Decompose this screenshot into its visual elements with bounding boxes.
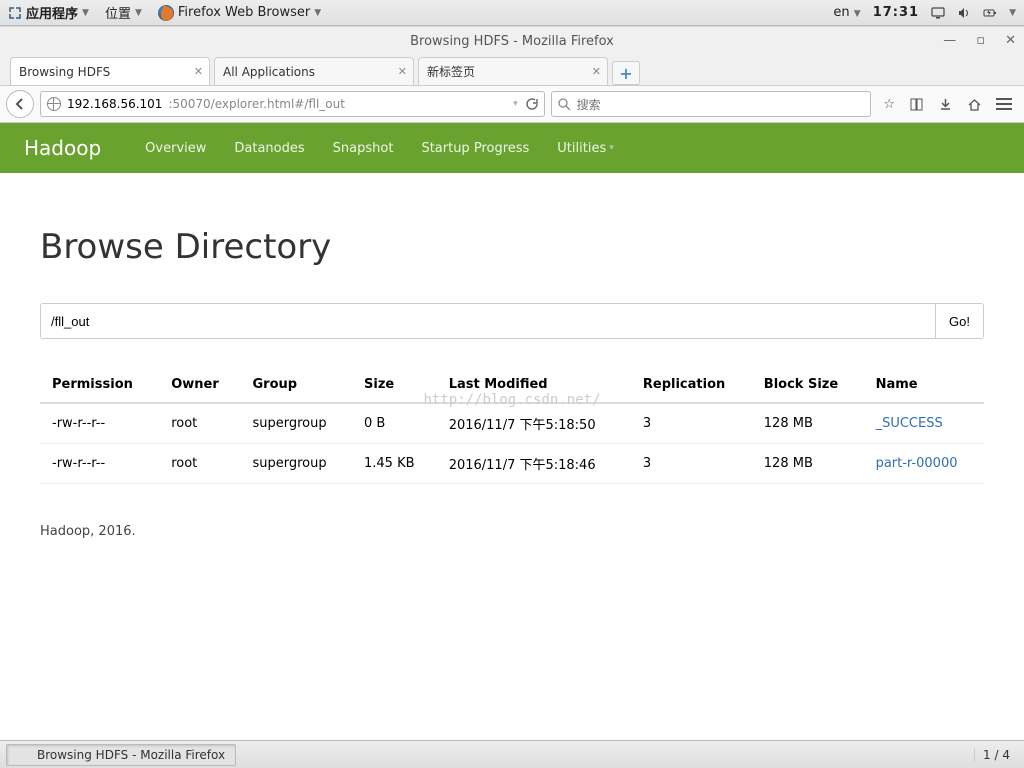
cell-size: 1.45 KB [352, 444, 437, 484]
nav-overview[interactable]: Overview [145, 141, 206, 156]
chevron-down-icon: ▼ [82, 8, 89, 18]
cell-group: supergroup [240, 403, 352, 444]
home-icon[interactable] [967, 97, 982, 112]
gnome-top-bar: 应用程序 ▼ 位置 ▼ Firefox Web Browser ▼ en ▼ 1… [0, 0, 1024, 26]
applications-menu[interactable]: 应用程序 ▼ [8, 3, 89, 22]
firefox-window: Browsing HDFS - Mozilla Firefox — ▫ ✕ Br… [0, 26, 1024, 709]
task-item-firefox[interactable]: Browsing HDFS - Mozilla Firefox [6, 744, 236, 766]
cell-owner: root [159, 403, 240, 444]
cell-group: supergroup [240, 444, 352, 484]
workspace-indicator[interactable]: 1 / 4 [974, 748, 1018, 762]
col-block-size: Block Size [752, 367, 864, 403]
close-icon[interactable]: ✕ [194, 65, 203, 78]
places-label: 位置 [105, 3, 131, 22]
path-input-group: Go! [40, 303, 984, 339]
close-icon[interactable]: ✕ [1005, 33, 1016, 48]
footer-text: Hadoop, 2016. [40, 524, 984, 539]
gnome-taskbar: Browsing HDFS - Mozilla Firefox 1 / 4 [0, 740, 1024, 768]
cell-replication: 3 [631, 403, 752, 444]
search-placeholder: 搜索 [577, 96, 601, 113]
col-last-modified: Last Modified [437, 367, 631, 403]
table-row: -rw-r--r-- root supergroup 0 B 2016/11/7… [40, 403, 984, 444]
hadoop-brand[interactable]: Hadoop [24, 136, 101, 160]
chevron-down-icon: ▼ [314, 8, 321, 18]
applications-label: 应用程序 [26, 3, 78, 22]
volume-icon[interactable] [957, 6, 971, 20]
tab-strip: Browsing HDFS ✕ All Applications ✕ 新标签页 … [0, 55, 1024, 85]
close-icon[interactable]: ✕ [398, 65, 407, 78]
clock[interactable]: 17:31 [873, 5, 919, 20]
activities-icon [8, 6, 22, 20]
firefox-icon [17, 748, 31, 762]
minimize-icon[interactable]: — [943, 33, 956, 48]
table-row: -rw-r--r-- root supergroup 1.45 KB 2016/… [40, 444, 984, 484]
cell-size: 0 B [352, 403, 437, 444]
page-title: Browse Directory [40, 227, 984, 267]
url-bar[interactable]: 192.168.56.101 :50070/explorer.html#/fll_… [40, 91, 545, 117]
cell-block-size: 128 MB [752, 444, 864, 484]
col-permission: Permission [40, 367, 159, 403]
search-bar[interactable]: 搜索 [551, 91, 872, 117]
downloads-icon[interactable] [938, 97, 953, 112]
tab-label: Browsing HDFS [19, 65, 110, 79]
new-tab-button[interactable]: + [612, 61, 640, 85]
tab-all-applications[interactable]: All Applications ✕ [214, 57, 414, 85]
go-button[interactable]: Go! [935, 304, 983, 338]
col-group: Group [240, 367, 352, 403]
cell-owner: root [159, 444, 240, 484]
tab-label: All Applications [223, 65, 315, 79]
close-icon[interactable]: ✕ [592, 65, 601, 78]
path-input[interactable] [41, 304, 935, 338]
nav-datanodes[interactable]: Datanodes [234, 141, 304, 156]
search-icon [558, 98, 571, 111]
places-menu[interactable]: 位置 ▼ [105, 3, 142, 22]
navigation-toolbar: 192.168.56.101 :50070/explorer.html#/fll_… [0, 85, 1024, 123]
url-host: 192.168.56.101 [67, 97, 162, 111]
firefox-launcher-label: Firefox Web Browser [178, 5, 310, 20]
tab-browsing-hdfs[interactable]: Browsing HDFS ✕ [10, 57, 210, 85]
file-link[interactable]: _SUCCESS [876, 416, 943, 431]
chevron-down-icon: ▼ [135, 8, 142, 18]
col-owner: Owner [159, 367, 240, 403]
menu-icon[interactable] [996, 98, 1012, 110]
nav-startup-progress[interactable]: Startup Progress [421, 141, 529, 156]
cell-permission: -rw-r--r-- [40, 403, 159, 444]
col-size: Size [352, 367, 437, 403]
nav-snapshot[interactable]: Snapshot [333, 141, 394, 156]
cell-last-modified: 2016/11/7 下午5:18:46 [437, 444, 631, 484]
url-path: :50070/explorer.html#/fll_out [168, 97, 345, 111]
window-title: Browsing HDFS - Mozilla Firefox [410, 34, 614, 49]
col-replication: Replication [631, 367, 752, 403]
input-language[interactable]: en ▼ [833, 5, 860, 20]
reading-list-icon[interactable] [909, 97, 924, 112]
firefox-launcher[interactable]: Firefox Web Browser ▼ [158, 5, 321, 21]
cell-replication: 3 [631, 444, 752, 484]
nav-utilities[interactable]: Utilities ▾ [557, 141, 613, 156]
cell-permission: -rw-r--r-- [40, 444, 159, 484]
bookmark-star-icon[interactable]: ☆ [883, 97, 895, 112]
back-button[interactable] [6, 90, 34, 118]
firefox-icon [158, 5, 174, 21]
cell-block-size: 128 MB [752, 403, 864, 444]
tab-label: 新标签页 [427, 63, 475, 80]
hadoop-navbar: Hadoop Overview Datanodes Snapshot Start… [0, 123, 1024, 173]
cell-last-modified: 2016/11/7 下午5:18:50 [437, 403, 631, 444]
firefox-titlebar: Browsing HDFS - Mozilla Firefox — ▫ ✕ [0, 27, 1024, 55]
page-content: Hadoop Overview Datanodes Snapshot Start… [0, 123, 1024, 709]
reload-icon[interactable] [524, 97, 538, 111]
system-tray: en ▼ 17:31 ▼ [833, 5, 1016, 20]
task-item-label: Browsing HDFS - Mozilla Firefox [37, 748, 225, 762]
globe-icon [47, 97, 61, 111]
file-link[interactable]: part-r-00000 [876, 456, 958, 471]
maximize-icon[interactable]: ▫ [976, 33, 985, 48]
directory-table: Permission Owner Group Size Last Modifie… [40, 367, 984, 484]
col-name: Name [864, 367, 984, 403]
display-icon[interactable] [931, 6, 945, 20]
chevron-down-icon[interactable]: ▾ [513, 99, 518, 109]
tab-new[interactable]: 新标签页 ✕ [418, 57, 608, 85]
chevron-down-icon[interactable]: ▼ [1009, 8, 1016, 18]
battery-icon[interactable] [983, 6, 997, 20]
